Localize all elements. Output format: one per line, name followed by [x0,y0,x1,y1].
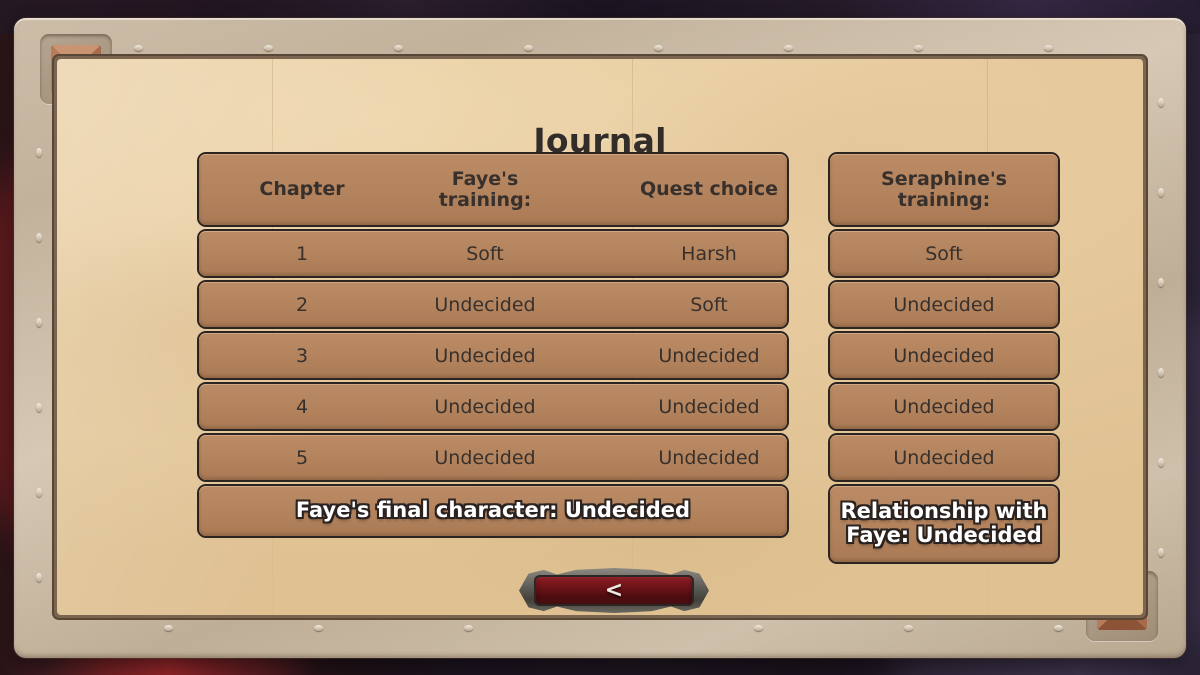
cell-seraphine-training: Undecided [893,446,995,469]
frame-rivet [654,45,663,51]
table-row[interactable]: Undecided [830,384,1058,429]
frame-rivet [164,625,173,631]
cell-seraphine-training: Undecided [893,293,995,316]
frame-rivet [754,625,763,631]
table-row[interactable]: Undecided [830,333,1058,378]
table-row[interactable]: 2 Undecided Soft [199,282,787,327]
parchment-bevel: Journal Chapter Faye's training: Quest c… [52,54,1148,620]
game-background: Journal Chapter Faye's training: Quest c… [0,0,1200,675]
cell-quest-choice: Harsh [681,242,737,265]
cell-faye-training: Soft [466,242,504,265]
frame-rivet [1044,45,1053,51]
column-header-quest-choice: Quest choice [639,178,779,201]
right-table-header-row: Seraphine's training: [830,154,1058,225]
cell-quest-choice: Undecided [658,446,760,469]
cell-chapter: 1 [295,242,309,265]
faye-final-character-bar: Faye's final character: Undecided [199,486,787,536]
frame-rivet [36,488,42,497]
frame-rivet [1158,188,1164,197]
frame-rivet [904,625,913,631]
cell-quest-choice: Undecided [658,344,760,367]
table-row[interactable]: 5 Undecided Undecided [199,435,787,480]
cell-faye-training: Undecided [434,293,536,316]
frame-rivet [1158,548,1164,557]
frame-rivet [264,45,273,51]
cell-chapter: 4 [295,395,309,418]
relationship-with-faye-label: Relationship with Faye: Undecided [840,499,1048,547]
back-button[interactable]: < [519,567,709,614]
faye-final-character-label: Faye's final character: Undecided [295,498,691,523]
frame-rivet [524,45,533,51]
cell-chapter: 2 [295,293,309,316]
frame-rivet [464,625,473,631]
frame-rivet [36,318,42,327]
frame-rivet [36,148,42,157]
cell-seraphine-training: Soft [925,242,963,265]
frame-rivet [784,45,793,51]
button-plate: < [534,575,694,606]
left-table-header-row: Chapter Faye's training: Quest choice [199,154,787,225]
column-header-seraphine-training: Seraphine's training: [881,167,1007,211]
table-row[interactable]: Undecided [830,435,1058,480]
journal-tables: Chapter Faye's training: Quest choice 1 … [57,59,1143,615]
frame-rivet [36,233,42,242]
frame-rivet [1158,368,1164,377]
frame-rivet [1158,278,1164,287]
column-header-faye-training: Faye's training: [438,167,532,211]
column-header-chapter: Chapter [259,178,345,201]
cell-quest-choice: Undecided [658,395,760,418]
frame-rivet [1158,458,1164,467]
frame-rivet [394,45,403,51]
cell-faye-training: Undecided [434,395,536,418]
parchment-sheet: Journal Chapter Faye's training: Quest c… [57,59,1143,615]
cell-faye-training: Undecided [434,446,536,469]
frame-rivet [36,573,42,582]
cell-quest-choice: Soft [690,293,728,316]
journal-panel: Journal Chapter Faye's training: Quest c… [14,18,1186,658]
table-row[interactable]: 4 Undecided Undecided [199,384,787,429]
cell-seraphine-training: Undecided [893,395,995,418]
cell-chapter: 5 [295,446,309,469]
cell-faye-training: Undecided [434,344,536,367]
frame-rivet [1054,625,1063,631]
table-row[interactable]: Soft [830,231,1058,276]
frame-rivet [314,625,323,631]
table-row[interactable]: 1 Soft Harsh [199,231,787,276]
table-row[interactable]: 3 Undecided Undecided [199,333,787,378]
cell-chapter: 3 [295,344,309,367]
relationship-with-faye-bar: Relationship with Faye: Undecided [830,486,1058,562]
frame-rivet [914,45,923,51]
frame-rivet [36,403,42,412]
frame-rivet [134,45,143,51]
cell-seraphine-training: Undecided [893,344,995,367]
chevron-left-icon: < [604,578,624,603]
frame-rivet [1158,98,1164,107]
table-row[interactable]: Undecided [830,282,1058,327]
